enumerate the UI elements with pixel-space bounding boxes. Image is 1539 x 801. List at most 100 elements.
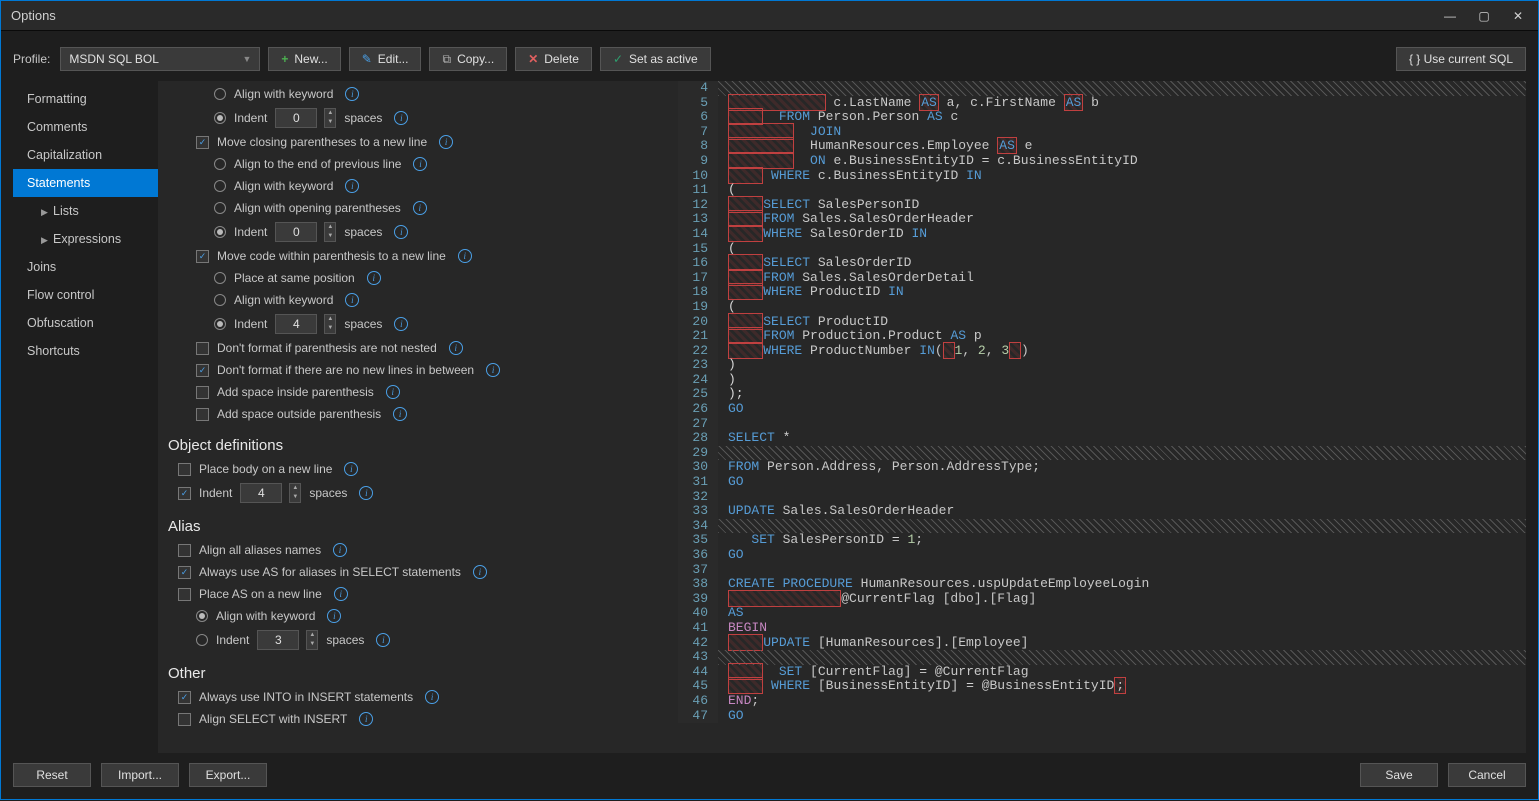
- sidebar-item-label: Joins: [27, 260, 56, 274]
- sidebar-item-obfuscation[interactable]: Obfuscation: [13, 309, 158, 337]
- radio-same-pos[interactable]: [214, 272, 226, 284]
- sidebar-item-shortcuts[interactable]: Shortcuts: [13, 337, 158, 365]
- sidebar-item-lists[interactable]: ▶Lists: [13, 197, 158, 225]
- info-icon[interactable]: i: [439, 135, 453, 149]
- chk-add-inside[interactable]: [196, 386, 209, 399]
- info-icon[interactable]: i: [458, 249, 472, 263]
- info-icon[interactable]: i: [333, 543, 347, 557]
- use-current-sql-button[interactable]: { } Use current SQL: [1396, 47, 1526, 71]
- info-icon[interactable]: i: [345, 179, 359, 193]
- line-number: 39: [678, 592, 718, 607]
- info-icon[interactable]: i: [393, 407, 407, 421]
- info-icon[interactable]: i: [345, 293, 359, 307]
- copy-button[interactable]: ⧉Copy...: [429, 47, 507, 71]
- radio-alias-indent[interactable]: [196, 634, 208, 646]
- cancel-button[interactable]: Cancel: [1448, 763, 1526, 787]
- chk-obj-indent[interactable]: [178, 487, 191, 500]
- info-icon[interactable]: i: [394, 317, 408, 331]
- radio-align-end[interactable]: [214, 158, 226, 170]
- save-button[interactable]: Save: [1360, 763, 1438, 787]
- radio-indent-1[interactable]: [214, 112, 226, 124]
- code-line: 8 HumanResources.Employee AS e: [678, 139, 1526, 154]
- chk-dont-newlines[interactable]: [196, 364, 209, 377]
- radio-align-kw-3[interactable]: [214, 294, 226, 306]
- radio-align-kw-2[interactable]: [214, 180, 226, 192]
- sidebar-item-comments[interactable]: Comments: [13, 113, 158, 141]
- profile-select[interactable]: MSDN SQL BOL ▼: [60, 47, 260, 71]
- close-button[interactable]: ✕: [1508, 9, 1528, 23]
- info-icon[interactable]: i: [359, 712, 373, 726]
- sidebar-item-label: Statements: [27, 176, 90, 190]
- chk-move-code[interactable]: [196, 250, 209, 263]
- info-icon[interactable]: i: [425, 690, 439, 704]
- line-number: 18: [678, 285, 718, 300]
- indent-input-1[interactable]: 0: [275, 108, 317, 128]
- spinner-1[interactable]: ▲▼: [324, 108, 336, 128]
- obj-indent-input[interactable]: 4: [240, 483, 282, 503]
- export-button[interactable]: Export...: [189, 763, 267, 787]
- sidebar-item-statements[interactable]: Statements: [13, 169, 158, 197]
- info-icon[interactable]: i: [344, 462, 358, 476]
- import-button[interactable]: Import...: [101, 763, 179, 787]
- code-line: 13 FROM Sales.SalesOrderHeader: [678, 212, 1526, 227]
- alias-indent-input[interactable]: 3: [257, 630, 299, 650]
- edit-button[interactable]: ✎Edit...: [349, 47, 422, 71]
- chk-place-as[interactable]: [178, 588, 191, 601]
- info-icon[interactable]: i: [394, 111, 408, 125]
- info-icon[interactable]: i: [413, 201, 427, 215]
- chk-move-closing[interactable]: [196, 136, 209, 149]
- maximize-button[interactable]: ▢: [1474, 9, 1494, 23]
- info-icon[interactable]: i: [413, 157, 427, 171]
- set-active-button[interactable]: ✓Set as active: [600, 47, 711, 71]
- code-content: [718, 563, 728, 578]
- sidebar-item-expressions[interactable]: ▶Expressions: [13, 225, 158, 253]
- line-number: 35: [678, 533, 718, 548]
- info-icon[interactable]: i: [345, 87, 359, 101]
- line-number: 47: [678, 709, 718, 724]
- chk-align-aliases[interactable]: [178, 544, 191, 557]
- info-icon[interactable]: i: [367, 271, 381, 285]
- info-icon[interactable]: i: [486, 363, 500, 377]
- code-preview[interactable]: 45 c.LastName AS a, c.FirstName AS b6 FR…: [678, 81, 1526, 753]
- chk-always-into[interactable]: [178, 691, 191, 704]
- info-icon[interactable]: i: [386, 385, 400, 399]
- chk-align-select-insert[interactable]: [178, 713, 191, 726]
- code-line: 34: [678, 519, 1526, 534]
- radio-indent-3[interactable]: [214, 318, 226, 330]
- sidebar-item-label: Flow control: [27, 288, 94, 302]
- spinner-3[interactable]: ▲▼: [324, 314, 336, 334]
- chk-dont-nested[interactable]: [196, 342, 209, 355]
- radio-align-keyword-1[interactable]: [214, 88, 226, 100]
- sidebar-item-capitalization[interactable]: Capitalization: [13, 141, 158, 169]
- info-icon[interactable]: i: [359, 486, 373, 500]
- indent-input-3[interactable]: 4: [275, 314, 317, 334]
- chk-place-body[interactable]: [178, 463, 191, 476]
- spinner-alias[interactable]: ▲▼: [306, 630, 318, 650]
- radio-indent-2[interactable]: [214, 226, 226, 238]
- sidebar-item-label: Expressions: [53, 232, 121, 246]
- chk-add-outside[interactable]: [196, 408, 209, 421]
- code-line: 16 SELECT SalesOrderID: [678, 256, 1526, 271]
- radio-alias-align-kw[interactable]: [196, 610, 208, 622]
- info-icon[interactable]: i: [334, 587, 348, 601]
- new-button[interactable]: +New...: [268, 47, 340, 71]
- chk-always-as[interactable]: [178, 566, 191, 579]
- info-icon[interactable]: i: [327, 609, 341, 623]
- spinner-obj[interactable]: ▲▼: [289, 483, 301, 503]
- info-icon[interactable]: i: [449, 341, 463, 355]
- spinner-2[interactable]: ▲▼: [324, 222, 336, 242]
- sidebar-item-formatting[interactable]: Formatting: [13, 85, 158, 113]
- info-icon[interactable]: i: [376, 633, 390, 647]
- radio-align-open[interactable]: [214, 202, 226, 214]
- info-icon[interactable]: i: [394, 225, 408, 239]
- delete-button[interactable]: ✕Delete: [515, 47, 592, 71]
- reset-button[interactable]: Reset: [13, 763, 91, 787]
- line-number: 25: [678, 387, 718, 402]
- sidebar-item-flow-control[interactable]: Flow control: [13, 281, 158, 309]
- code-line: 26GO: [678, 402, 1526, 417]
- minimize-button[interactable]: —: [1440, 9, 1460, 23]
- indent-input-2[interactable]: 0: [275, 222, 317, 242]
- info-icon[interactable]: i: [473, 565, 487, 579]
- sidebar: FormattingCommentsCapitalization Statemen…: [13, 81, 158, 753]
- sidebar-item-joins[interactable]: Joins: [13, 253, 158, 281]
